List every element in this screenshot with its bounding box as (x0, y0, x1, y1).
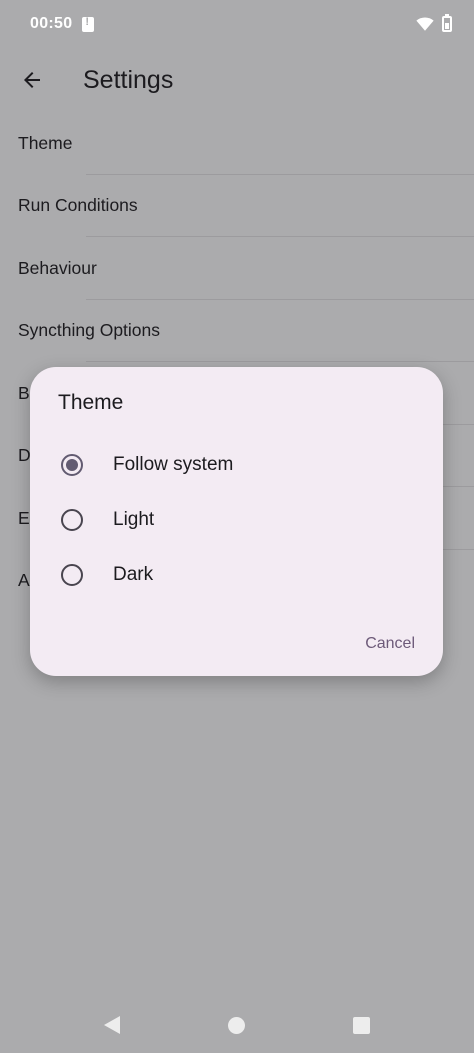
settings-item-label: Theme (18, 132, 73, 153)
settings-item-behaviour[interactable]: Behaviour (0, 237, 474, 300)
battery-icon (442, 14, 452, 32)
status-right (416, 14, 452, 32)
option-follow-system[interactable]: Follow system (58, 440, 418, 490)
back-arrow-glyph (24, 72, 40, 88)
theme-dialog: Theme Follow system Light Dark Cancel (30, 367, 443, 676)
app-bar: Settings (0, 48, 474, 112)
system-nav-bar (0, 997, 474, 1053)
wifi-icon (416, 17, 434, 31)
back-arrow-icon[interactable] (8, 56, 56, 104)
status-bar: 00:50 (0, 0, 474, 48)
sim-alert-icon (82, 16, 95, 32)
settings-item-label: Behaviour (18, 257, 97, 278)
page-title: Settings (83, 65, 174, 94)
radio-unchecked-icon[interactable] (61, 509, 83, 531)
settings-item-label: Run Conditions (18, 195, 138, 216)
option-label: Follow system (113, 454, 234, 475)
settings-item-syncthing-options[interactable]: Syncthing Options (0, 300, 474, 362)
nav-home-icon[interactable] (228, 1016, 245, 1034)
option-label: Dark (113, 564, 154, 585)
dialog-title: Theme (58, 391, 124, 414)
option-label: Light (113, 509, 155, 530)
settings-item-label: D (18, 445, 31, 466)
settings-item-theme[interactable]: Theme (0, 112, 474, 175)
option-dark[interactable]: Dark (58, 550, 418, 600)
settings-item-label: B (18, 382, 30, 403)
radio-checked-icon[interactable] (61, 454, 83, 476)
option-light[interactable]: Light (58, 495, 418, 545)
settings-item-label: Syncthing Options (18, 320, 161, 341)
settings-item-label: A (18, 570, 30, 591)
nav-recents-icon[interactable] (353, 1016, 370, 1034)
status-left: 00:50 (30, 15, 95, 33)
radio-unchecked-icon[interactable] (61, 564, 83, 586)
status-time: 00:50 (30, 15, 73, 32)
settings-item-run-conditions[interactable]: Run Conditions (0, 175, 474, 237)
cancel-button[interactable]: Cancel (365, 635, 415, 653)
nav-back-icon[interactable] (104, 1016, 120, 1034)
settings-item-label: E (18, 507, 30, 528)
